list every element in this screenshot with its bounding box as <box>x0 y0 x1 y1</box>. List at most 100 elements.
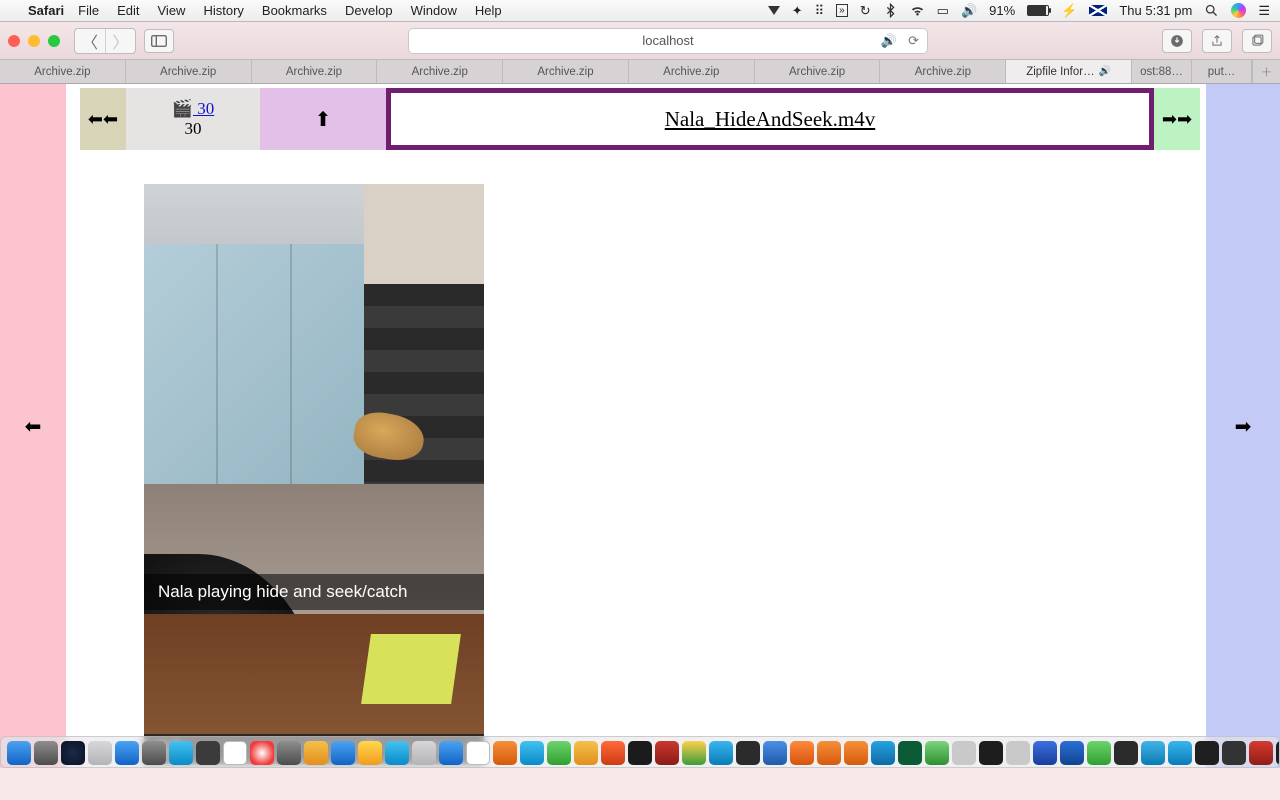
page-prev-strip[interactable]: ⬅ <box>0 84 66 768</box>
dock-app-icon[interactable] <box>1087 741 1111 765</box>
dock-app-icon[interactable] <box>925 741 949 765</box>
url-bar[interactable]: localhost 🔊 ⟳ <box>408 28 928 54</box>
menu-view[interactable]: View <box>158 3 186 18</box>
status-bluetooth-icon[interactable] <box>883 3 898 18</box>
dock-app-icon[interactable] <box>952 741 976 765</box>
dock-app-icon[interactable] <box>979 741 1003 765</box>
reload-button[interactable]: ⟳ <box>908 33 919 49</box>
menu-window[interactable]: Window <box>411 3 457 18</box>
sidebar-toggle-button[interactable] <box>144 29 174 53</box>
tab-ost88[interactable]: ost:88… <box>1132 60 1192 83</box>
file-up-button[interactable]: ⬆ <box>260 88 386 150</box>
tab-put[interactable]: put… <box>1192 60 1252 83</box>
minimize-window-button[interactable] <box>28 35 40 47</box>
dock-app-icon[interactable] <box>547 741 571 765</box>
dock-app-icon[interactable] <box>439 741 463 765</box>
tab-archive-6[interactable]: Archive.zip <box>629 60 755 83</box>
dock-vlc-icon[interactable] <box>790 741 814 765</box>
dock-app-icon[interactable] <box>142 741 166 765</box>
share-button[interactable] <box>1202 29 1232 53</box>
menu-edit[interactable]: Edit <box>117 3 139 18</box>
dock-app-icon[interactable] <box>601 741 625 765</box>
tab-active-zipfile[interactable]: Zipfile Infor…🔊 <box>1006 60 1132 83</box>
status-avast-icon[interactable]: ✦ <box>792 3 803 19</box>
dock-app-icon[interactable] <box>1222 741 1246 765</box>
dock-vscode-icon[interactable] <box>1033 741 1057 765</box>
status-display-icon[interactable]: ▭ <box>937 3 949 19</box>
dock-app-icon[interactable] <box>493 741 517 765</box>
status-timemachine-icon[interactable]: ↻ <box>860 3 871 19</box>
dock-app-icon[interactable] <box>1168 741 1192 765</box>
dock-app-icon[interactable] <box>88 741 112 765</box>
dock-mail-icon[interactable] <box>115 741 139 765</box>
file-index-link[interactable]: 30 <box>193 99 214 118</box>
tab-archive-8[interactable]: Archive.zip <box>880 60 1006 83</box>
dock-app-icon[interactable] <box>1276 741 1280 765</box>
video-player[interactable]: Nala playing hide and seek/catch ❚❚ 🔊 ▭ … <box>144 184 484 764</box>
dock-appstore-icon[interactable] <box>331 741 355 765</box>
dock-edge-icon[interactable] <box>709 741 733 765</box>
tab-archive-1[interactable]: Archive.zip <box>0 60 126 83</box>
menu-help[interactable]: Help <box>475 3 502 18</box>
file-forward-button[interactable]: ➡➡ <box>1154 88 1200 150</box>
status-wifi-icon[interactable] <box>910 3 925 18</box>
dock-filezilla-icon[interactable] <box>655 741 679 765</box>
dock-calendar-icon[interactable] <box>223 741 247 765</box>
new-tab-button[interactable]: ＋ <box>1252 60 1280 83</box>
tab-archive-4[interactable]: Archive.zip <box>377 60 503 83</box>
tab-archive-2[interactable]: Archive.zip <box>126 60 252 83</box>
dock-firefox-icon[interactable] <box>817 741 841 765</box>
dock-app-icon[interactable] <box>871 741 895 765</box>
dock-chrome-icon[interactable] <box>682 741 706 765</box>
dock-terminal-icon[interactable] <box>1195 741 1219 765</box>
close-window-button[interactable] <box>8 35 20 47</box>
siri-icon[interactable] <box>1231 3 1246 18</box>
file-back-button[interactable]: ⬅⬅ <box>80 88 126 150</box>
spotlight-icon[interactable] <box>1204 3 1219 18</box>
dock-app-icon[interactable] <box>628 741 652 765</box>
tabs-overview-button[interactable] <box>1242 29 1272 53</box>
status-volume-icon[interactable]: 🔊 <box>961 3 977 19</box>
nav-back-button[interactable]: 〈 <box>75 29 105 53</box>
dock-safari-icon[interactable] <box>169 741 193 765</box>
dock-app-icon[interactable] <box>1249 741 1273 765</box>
menu-file[interactable]: File <box>78 3 99 18</box>
dock-app-icon[interactable] <box>466 741 490 765</box>
dock-app-icon[interactable] <box>412 741 436 765</box>
status-dropbox-icon[interactable]: ⠿ <box>815 3 825 19</box>
dock-app-icon[interactable] <box>1141 741 1165 765</box>
dock-app-icon[interactable] <box>196 741 220 765</box>
dock-app-icon[interactable] <box>736 741 760 765</box>
menu-bookmarks[interactable]: Bookmarks <box>262 3 327 18</box>
dock-app-icon[interactable] <box>1006 741 1030 765</box>
downloads-button[interactable] <box>1162 29 1192 53</box>
dock-app-icon[interactable] <box>304 741 328 765</box>
dock-app-icon[interactable] <box>358 741 382 765</box>
dock-app-icon[interactable] <box>763 741 787 765</box>
status-download-icon[interactable] <box>768 6 780 15</box>
dock-app-icon[interactable] <box>898 741 922 765</box>
dock-app-icon[interactable] <box>1060 741 1084 765</box>
tab-archive-7[interactable]: Archive.zip <box>755 60 881 83</box>
dock-app-icon[interactable] <box>385 741 409 765</box>
status-extension-icon[interactable]: » <box>836 4 848 17</box>
dock-app-icon[interactable] <box>250 741 274 765</box>
status-clock[interactable]: Thu 5:31 pm <box>1119 3 1192 18</box>
tab-audio-icon[interactable]: 🔊 <box>881 33 897 49</box>
dock-settings-icon[interactable] <box>34 741 58 765</box>
dock-app-icon[interactable] <box>1114 741 1138 765</box>
nav-forward-button[interactable]: 〉 <box>105 29 135 53</box>
dock-app-icon[interactable] <box>277 741 301 765</box>
dock-app-icon[interactable] <box>844 741 868 765</box>
flag-icon[interactable] <box>1089 5 1107 16</box>
zoom-window-button[interactable] <box>48 35 60 47</box>
tab-audio-indicator-icon[interactable]: 🔊 <box>1099 66 1111 77</box>
dock-app-icon[interactable] <box>61 741 85 765</box>
app-name[interactable]: Safari <box>28 3 64 18</box>
dock-app-icon[interactable] <box>520 741 544 765</box>
dock-app-icon[interactable] <box>574 741 598 765</box>
dock-finder-icon[interactable] <box>7 741 31 765</box>
battery-icon[interactable] <box>1027 5 1049 16</box>
page-next-strip[interactable]: ➡ <box>1206 84 1280 768</box>
notification-center-icon[interactable]: ☰ <box>1258 3 1270 19</box>
